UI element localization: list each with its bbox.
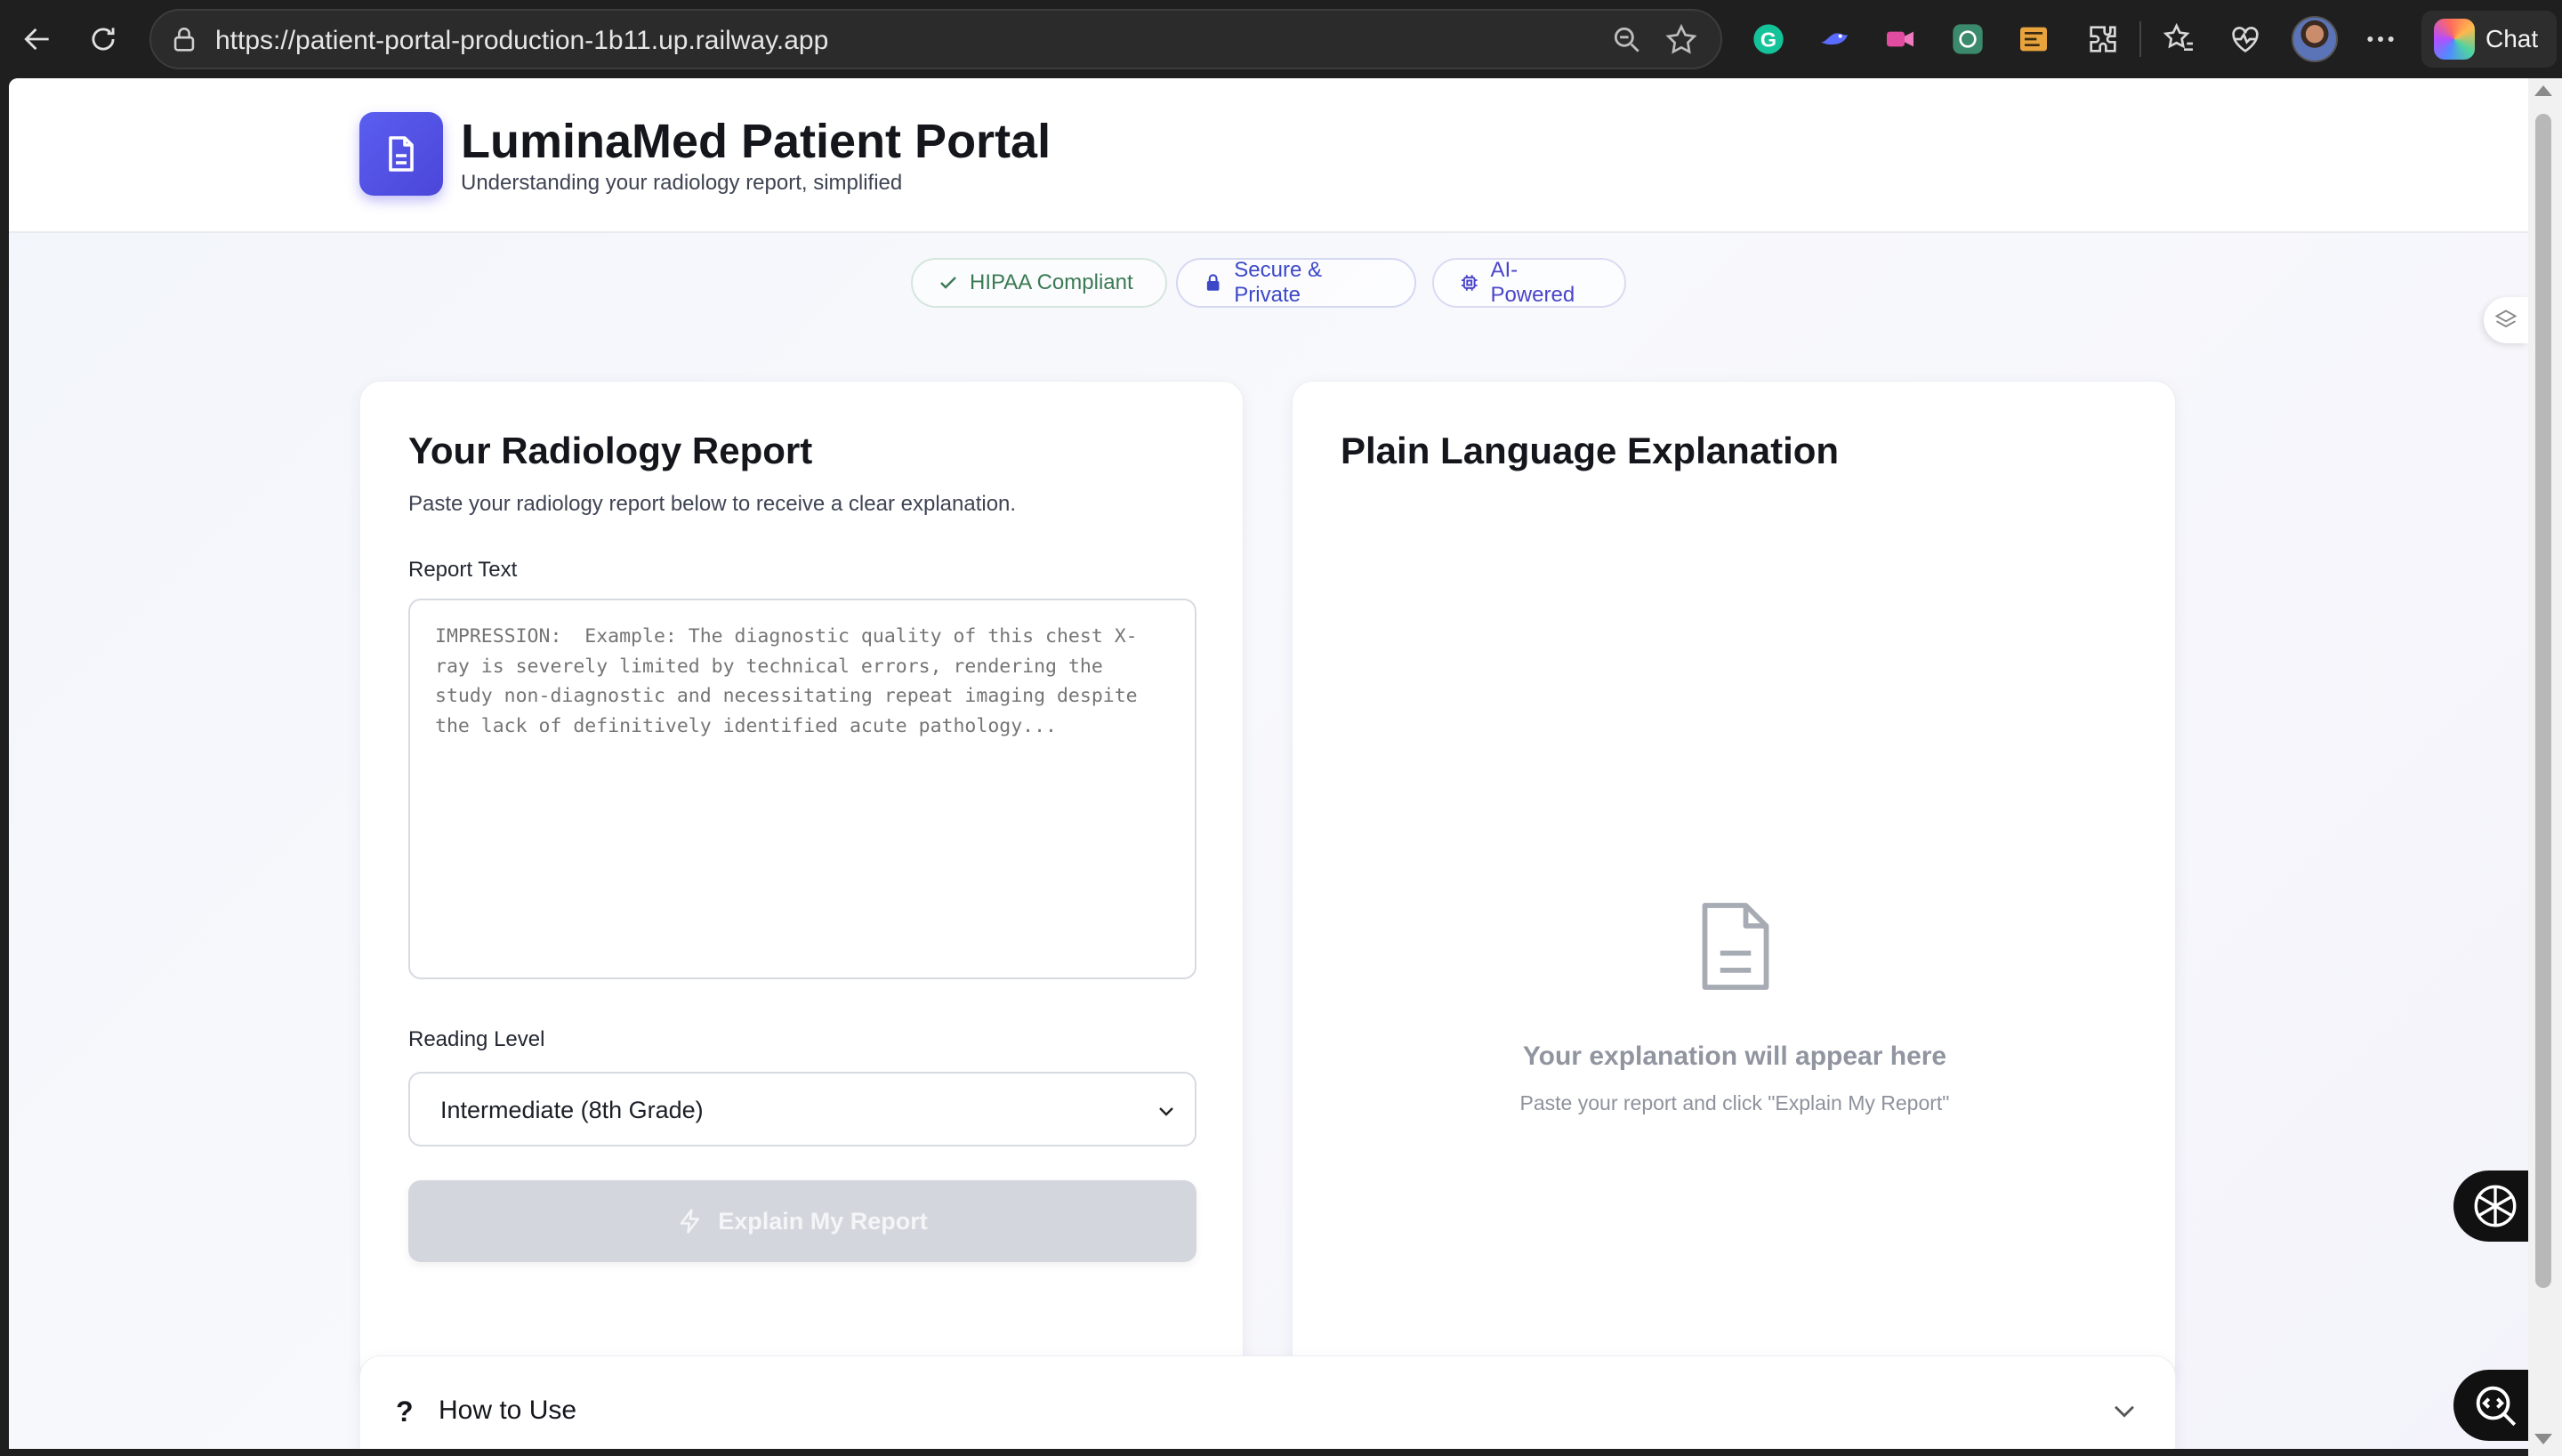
lock-icon[interactable] — [169, 25, 199, 55]
secure-badge-label: Secure & Private — [1234, 258, 1322, 307]
chatgpt-extension-icon[interactable] — [1948, 20, 1987, 59]
zoom-out-icon[interactable] — [1610, 23, 1644, 57]
explanation-card: Plain Language Explanation Your explanat… — [1292, 381, 2176, 1386]
bird-extension-icon[interactable] — [1815, 20, 1854, 59]
url-text[interactable]: https://patient-portal-production-1b11.u… — [215, 26, 828, 56]
ai-badge-label: AI-Powered — [1490, 258, 1575, 307]
report-text-input[interactable] — [408, 599, 1196, 979]
empty-state-title: Your explanation will appear here — [1522, 1042, 1947, 1071]
back-icon[interactable] — [14, 16, 60, 62]
empty-state-subtitle: Paste your report and click "Explain My … — [1519, 1091, 1950, 1114]
page-subtitle: Understanding your radiology report, sim… — [461, 171, 903, 195]
explanation-card-title: Plain Language Explanation — [1341, 430, 1840, 471]
more-options-icon[interactable] — [2361, 20, 2400, 59]
chat-label: Chat — [2485, 25, 2539, 52]
check-icon — [940, 277, 956, 289]
copilot-icon — [2434, 19, 2475, 60]
reading-level-value: Intermediate (8th Grade) — [440, 1097, 704, 1123]
question-mark-icon: ? — [396, 1396, 414, 1428]
address-bar[interactable]: https://patient-portal-production-1b11.u… — [149, 9, 1722, 69]
scrollbar-thumb[interactable] — [2535, 114, 2551, 1288]
reading-level-select[interactable]: Intermediate (8th Grade) — [408, 1072, 1196, 1146]
how-to-use-accordion[interactable]: ? How to Use — [359, 1355, 2176, 1449]
report-card-title: Your Radiology Report — [408, 430, 813, 471]
hipaa-badge: HIPAA Compliant — [911, 258, 1167, 308]
profile-avatar[interactable] — [2292, 16, 2338, 62]
openai-knot-icon — [2474, 1185, 2517, 1227]
health-heartbeat-icon[interactable] — [2226, 20, 2265, 59]
secure-badge: Secure & Private — [1176, 258, 1416, 308]
ai-assistant-floating-button[interactable] — [2453, 1170, 2528, 1242]
favorites-icon[interactable] — [2160, 20, 2199, 59]
report-input-card: Your Radiology Report Paste your radiolo… — [359, 381, 1244, 1386]
favorite-star-icon[interactable] — [1664, 22, 1699, 58]
video-recorder-extension-icon[interactable] — [1881, 20, 1920, 59]
grammarly-extension-icon[interactable]: G — [1749, 20, 1788, 59]
reader-extension-icon[interactable] — [2014, 20, 2053, 59]
how-to-use-label: How to Use — [439, 1396, 577, 1425]
scroll-down-arrow-icon[interactable] — [2534, 1434, 2552, 1444]
reading-level-label: Reading Level — [408, 1027, 545, 1051]
report-card-description: Paste your radiology report below to rec… — [408, 492, 1017, 516]
copilot-chat-button[interactable]: Chat — [2421, 11, 2557, 68]
lightning-bolt-icon — [680, 1209, 700, 1234]
report-text-label: Report Text — [408, 558, 518, 582]
page-title: LuminaMed Patient Portal — [461, 115, 1051, 168]
side-panel-tab[interactable] — [2484, 297, 2528, 343]
hipaa-badge-label: HIPAA Compliant — [970, 270, 1133, 294]
chevron-down-icon[interactable] — [2109, 1396, 2139, 1426]
page-viewport: LuminaMed Patient Portal Understanding y… — [9, 78, 2528, 1449]
code-search-icon — [2476, 1386, 2517, 1427]
cpu-chip-icon — [1461, 275, 1478, 291]
scroll-up-arrow-icon[interactable] — [2534, 85, 2552, 96]
document-logo-icon — [359, 112, 443, 196]
svg-text:G: G — [1760, 28, 1776, 51]
layers-icon — [2494, 310, 2518, 328]
site-header: LuminaMed Patient Portal Understanding y… — [9, 78, 2528, 233]
toolbar-divider — [2139, 21, 2141, 57]
explain-button-label: Explain My Report — [718, 1207, 928, 1235]
chevron-down-icon — [1159, 1107, 1173, 1116]
lock-icon — [1206, 274, 1220, 291]
extensions-puzzle-icon[interactable] — [2083, 20, 2123, 59]
explain-report-button[interactable]: Explain My Report — [408, 1180, 1196, 1262]
ai-badge: AI-Powered — [1432, 258, 1626, 308]
code-inspector-floating-button[interactable] — [2453, 1370, 2528, 1441]
browser-toolbar: https://patient-portal-production-1b11.u… — [0, 0, 2562, 78]
reload-icon[interactable] — [80, 16, 126, 62]
document-placeholder-icon — [1702, 903, 1769, 990]
